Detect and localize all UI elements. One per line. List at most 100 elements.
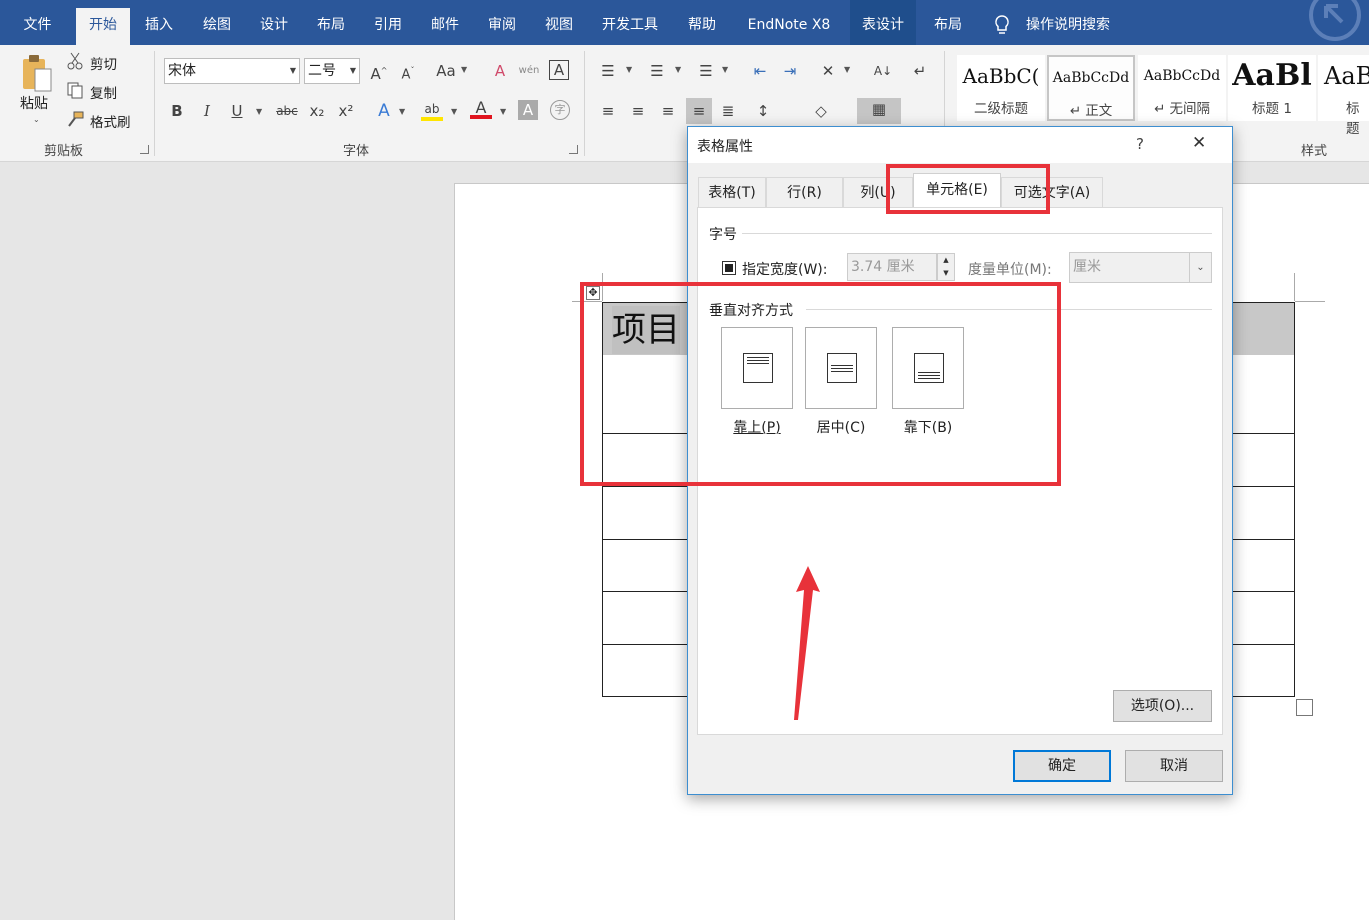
strikethrough-icon[interactable]: abc	[274, 100, 300, 122]
chevron-down-icon[interactable]: ▼	[451, 107, 457, 116]
tab-file[interactable]: 文件	[10, 0, 65, 45]
font-size-combo[interactable]: 二号 ▼	[304, 58, 360, 84]
ok-button[interactable]: 确定	[1013, 750, 1111, 782]
style-sample: AaBbC(	[962, 64, 1040, 88]
tab-row[interactable]: 行(R)	[766, 177, 843, 207]
font-color-icon[interactable]: A	[470, 97, 492, 119]
bullets-icon[interactable]: ☰	[597, 60, 619, 82]
tab-table-layout[interactable]: 布局	[922, 0, 974, 45]
text-effects-icon[interactable]: A	[373, 100, 395, 122]
change-case-icon[interactable]: Aa	[433, 60, 459, 82]
phonetic-guide-icon[interactable]: wén	[518, 60, 540, 82]
increase-indent-icon[interactable]: ⇥	[779, 60, 801, 82]
format-painter-button[interactable]: 格式刷	[90, 111, 131, 131]
size-section-title: 字号	[709, 227, 737, 243]
tab-draw[interactable]: 绘图	[193, 0, 241, 45]
bold-icon[interactable]: B	[166, 100, 188, 122]
enclose-characters-icon[interactable]: 字	[550, 100, 570, 120]
tab-insert[interactable]: 插入	[135, 0, 183, 45]
justify-icon[interactable]: ≡	[686, 98, 712, 124]
chinese-layout-icon[interactable]: ✕	[817, 60, 839, 82]
tab-design[interactable]: 设计	[250, 0, 298, 45]
cancel-button[interactable]: 取消	[1125, 750, 1223, 782]
chevron-down-icon[interactable]: ▼	[844, 65, 850, 74]
sort-icon[interactable]: A↓	[872, 60, 894, 82]
chevron-down-icon[interactable]: ▼	[675, 65, 681, 74]
font-color-letter: A	[475, 98, 487, 117]
show-marks-icon[interactable]: ↵	[909, 60, 931, 82]
cut-button[interactable]: 剪切	[90, 53, 117, 73]
tab-references[interactable]: 引用	[364, 0, 412, 45]
paste-icon	[23, 55, 52, 92]
chevron-down-icon[interactable]: ▼	[461, 65, 467, 74]
clipboard-launcher-icon[interactable]	[140, 145, 149, 154]
tab-table[interactable]: 表格(T)	[698, 177, 766, 207]
tell-me-search[interactable]: 操作说明搜索	[1026, 0, 1110, 45]
clipboard-group-label: 剪贴板	[44, 144, 84, 159]
align-left-icon[interactable]: ≡	[597, 100, 619, 122]
width-spinner[interactable]: ▲ ▼	[937, 253, 955, 281]
annotation-box-valign	[580, 282, 1061, 486]
paste-dropdown[interactable]: ⌄	[33, 115, 40, 124]
help-button[interactable]: ?	[1136, 135, 1144, 153]
scissors-icon	[67, 52, 83, 70]
tab-help[interactable]: 帮助	[678, 0, 726, 45]
copy-button[interactable]: 复制	[90, 82, 117, 102]
annotation-box-cell-tab	[886, 164, 1050, 214]
chevron-down-icon[interactable]: ▼	[500, 107, 506, 116]
measure-unit-select[interactable]: 厘米 ⌄	[1069, 252, 1212, 283]
tab-view[interactable]: 视图	[535, 0, 583, 45]
style-name: 二级标题	[974, 101, 1028, 117]
multilevel-list-icon[interactable]: ☰	[695, 60, 717, 82]
character-shading-icon[interactable]: A	[518, 100, 538, 120]
crop-mark	[1295, 301, 1325, 302]
numbering-icon[interactable]: ☰	[646, 60, 668, 82]
shrink-font-icon[interactable]: Aˇ	[397, 60, 419, 82]
grow-font-icon[interactable]: A^	[368, 60, 390, 83]
chevron-down-icon[interactable]: ▼	[399, 107, 405, 116]
highlight-icon[interactable]: ab	[421, 98, 443, 121]
tab-table-design[interactable]: 表设计	[850, 0, 916, 45]
style-sample: AaBbCcDd	[1143, 68, 1221, 84]
font-launcher-icon[interactable]	[569, 145, 578, 154]
distributed-icon[interactable]: ≣	[717, 100, 739, 122]
subscript-icon[interactable]: x₂	[306, 100, 328, 122]
table-resize-handle[interactable]	[1296, 699, 1313, 716]
style-heading2[interactable]: AaBbC( 二级标题	[957, 55, 1045, 121]
font-name-combo[interactable]: 宋体 ▼	[164, 58, 300, 84]
superscript-icon[interactable]: x²	[335, 100, 357, 122]
account-icon[interactable]	[1300, 0, 1369, 50]
style-normal[interactable]: AaBbCcDd ↵ 正文	[1047, 55, 1135, 121]
preferred-width-checkbox[interactable]	[722, 261, 736, 275]
style-title[interactable]: AaB 标题	[1318, 55, 1369, 137]
clear-formatting-icon[interactable]: A	[489, 60, 511, 82]
align-right-icon[interactable]: ≡	[657, 100, 679, 122]
tab-mailings[interactable]: 邮件	[421, 0, 469, 45]
options-button[interactable]: 选项(O)...	[1113, 690, 1212, 722]
tab-home[interactable]: 开始	[76, 8, 130, 45]
dialog-titlebar[interactable]: 表格属性 ? ✕	[688, 127, 1232, 163]
character-border-icon[interactable]: A	[549, 60, 569, 80]
borders-icon[interactable]: ▦	[857, 98, 901, 124]
copy-icon	[67, 82, 83, 99]
style-no-spacing[interactable]: AaBbCcDd ↵ 无间隔	[1138, 55, 1226, 121]
tab-developer[interactable]: 开发工具	[594, 0, 666, 45]
tab-endnote[interactable]: EndNote X8	[738, 0, 840, 45]
align-center-icon[interactable]: ≡	[627, 100, 649, 122]
italic-icon[interactable]: I	[196, 100, 218, 122]
tab-layout[interactable]: 布局	[307, 0, 355, 45]
chevron-down-icon[interactable]: ▼	[722, 65, 728, 74]
style-heading1[interactable]: AaBl 标题 1	[1228, 55, 1316, 121]
line-spacing-icon[interactable]: ↕	[752, 100, 774, 122]
tab-review[interactable]: 审阅	[478, 0, 526, 45]
chevron-down-icon[interactable]: ▼	[626, 65, 632, 74]
paste-button[interactable]: 粘贴	[20, 93, 48, 113]
chevron-down-icon[interactable]: ▼	[256, 107, 262, 116]
decrease-indent-icon[interactable]: ⇤	[749, 60, 771, 82]
font-name-value: 宋体	[168, 63, 196, 79]
shading-icon[interactable]: ◇	[810, 100, 832, 122]
style-name: 标题	[1346, 101, 1360, 137]
close-icon[interactable]: ✕	[1192, 133, 1206, 153]
underline-icon[interactable]: U	[226, 100, 248, 122]
width-input[interactable]: 3.74 厘米	[847, 253, 937, 281]
